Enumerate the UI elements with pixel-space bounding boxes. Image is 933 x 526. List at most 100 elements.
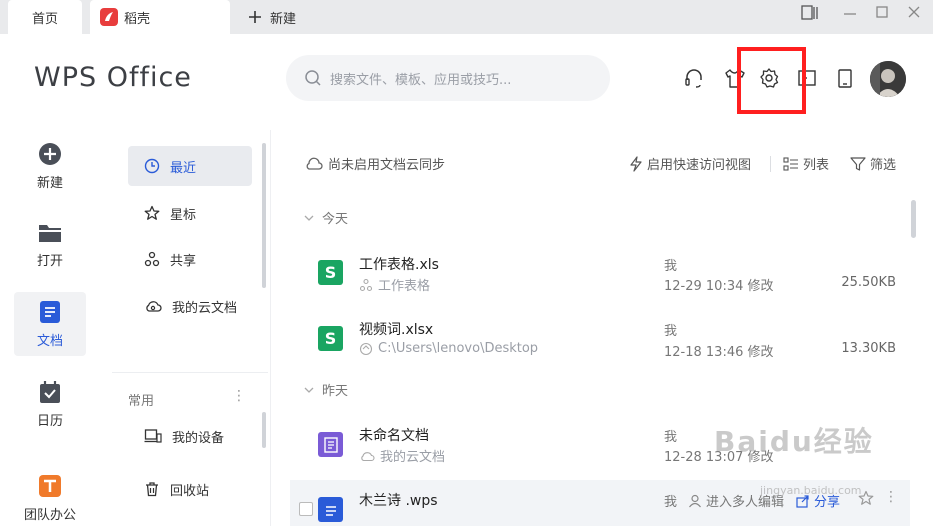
sidebar-item-recycle-bin[interactable]: 回收站 [128, 469, 252, 509]
file-owner: 我 [664, 259, 678, 274]
plus-icon [248, 10, 262, 24]
clock-icon [144, 158, 160, 174]
toolbar-divider [770, 156, 771, 172]
sidebar-recycle-bin-label: 回收站 [170, 483, 210, 499]
main-scrollbar[interactable] [911, 200, 916, 238]
add-circle-icon [38, 142, 62, 166]
sidebar-scrollbar-2[interactable] [262, 412, 266, 448]
search-placeholder: 搜索文件、模板、应用或技巧... [330, 72, 512, 88]
search-icon [304, 69, 322, 87]
user-icon [688, 494, 702, 508]
more-vertical-icon[interactable]: ⋮ [884, 489, 898, 505]
rail-new-label: 新建 [36, 176, 63, 191]
device-icon [144, 428, 162, 444]
file-location: C:\Users\lenovo\Desktop [359, 341, 538, 356]
wps-office-logo: WPS Office [34, 62, 192, 93]
sidebar-common-label: 常用 [128, 394, 155, 409]
row-checkbox[interactable] [299, 502, 313, 516]
tab-daoke[interactable]: 稻壳 [90, 0, 230, 34]
rail-docs[interactable]: 文档 [14, 292, 86, 356]
watermark: Baidu经验 [714, 425, 874, 458]
sidebar-item-cloud-docs[interactable]: 我的云文档 [128, 286, 252, 326]
file-location: 我的云文档 [359, 446, 445, 465]
window-layout-icon[interactable] [800, 4, 820, 22]
list-view-label: 列表 [803, 158, 830, 173]
close-icon[interactable] [906, 4, 922, 22]
location-icon [359, 342, 373, 356]
share-nodes-icon [359, 278, 373, 292]
trash-icon [144, 481, 160, 497]
filter-icon [850, 156, 866, 172]
sidebar-section-divider [112, 372, 268, 373]
file-location-text: C:\Users\lenovo\Desktop [378, 341, 539, 356]
quick-access-label: 启用快速访问视图 [647, 158, 752, 173]
chevron-down-icon [304, 213, 314, 223]
spreadsheet-icon: S [318, 326, 343, 351]
file-modified-time: 12-29 10:34 修改 [664, 279, 774, 294]
new-tab-button[interactable]: 新建 [248, 0, 296, 34]
chevron-down-icon [304, 385, 314, 395]
quick-access-button[interactable]: 启用快速访问视图 [629, 154, 751, 173]
file-name[interactable]: 工作表格.xls [359, 254, 439, 274]
file-name[interactable]: 未命名文档 [359, 425, 429, 445]
rail-team[interactable]: 团队办公 [14, 474, 86, 523]
new-tab-label: 新建 [270, 11, 297, 27]
document-icon [39, 300, 61, 324]
rail-calendar-label: 日历 [36, 414, 63, 429]
cloud-icon [144, 298, 162, 314]
cloud-sync-label: 尚未启用文档云同步 [328, 158, 446, 173]
spreadsheet-icon: S [318, 260, 343, 285]
group-yesterday-label: 昨天 [322, 384, 349, 399]
cloud-sync-icon [304, 156, 324, 172]
rail-docs-label: 文档 [36, 333, 63, 349]
sidebar-item-starred[interactable]: 星标 [128, 193, 252, 233]
sidebar-item-my-devices[interactable]: 我的设备 [128, 416, 252, 456]
rail-team-label: 团队办公 [23, 508, 76, 523]
file-location-text: 我的云文档 [380, 450, 446, 465]
sidebar-divider [270, 130, 271, 526]
tablet-icon[interactable] [834, 66, 856, 90]
filter-button[interactable]: 筛选 [850, 154, 896, 173]
team-office-icon [38, 474, 62, 498]
rail-new[interactable]: 新建 [14, 142, 86, 191]
cloud-sync-button[interactable]: 尚未启用文档云同步 [304, 154, 445, 173]
more-vertical-icon[interactable]: ⋮ [232, 388, 246, 404]
maximize-icon[interactable] [874, 4, 890, 22]
share-nodes-icon [144, 251, 160, 267]
tab-bar: 首页 稻壳 新建 [0, 0, 933, 34]
sidebar-cloud-docs-label: 我的云文档 [172, 300, 238, 316]
group-today-label: 今天 [322, 212, 349, 227]
tab-home-label: 首页 [31, 11, 58, 27]
list-icon [783, 156, 799, 172]
rail-calendar[interactable]: 日历 [14, 380, 86, 429]
file-location: 工作表格 [359, 275, 430, 294]
sidebar-my-devices-label: 我的设备 [172, 430, 225, 446]
group-today[interactable]: 今天 [304, 208, 348, 227]
folder-icon [38, 222, 62, 244]
sidebar-starred-label: 星标 [170, 207, 197, 223]
sidebar-shared-label: 共享 [170, 253, 197, 269]
file-location-text: 工作表格 [378, 279, 431, 294]
rail-open[interactable]: 打开 [14, 222, 86, 269]
sidebar-item-recent[interactable]: 最近 [128, 146, 252, 186]
calendar-check-icon [38, 380, 62, 404]
avatar[interactable] [870, 61, 906, 97]
tab-home[interactable]: 首页 [8, 0, 82, 34]
file-owner: 我 [664, 430, 678, 445]
star-icon [144, 205, 160, 221]
list-view-button[interactable]: 列表 [783, 154, 829, 173]
file-owner: 我 [664, 324, 678, 339]
sidebar-item-shared[interactable]: 共享 [128, 239, 252, 279]
file-size: 13.30KB [841, 341, 896, 356]
group-yesterday[interactable]: 昨天 [304, 380, 348, 399]
file-owner: 我 [664, 495, 678, 510]
file-name[interactable]: 视频词.xlsx [359, 319, 433, 339]
wps-document-icon [318, 497, 343, 522]
file-name[interactable]: 木兰诗 .wps [359, 490, 438, 510]
search-input[interactable]: 搜索文件、模板、应用或技巧... [286, 55, 610, 101]
headset-icon[interactable] [683, 66, 705, 90]
watermark-url: jingyan.baidu.com [760, 484, 862, 497]
sidebar-scrollbar[interactable] [262, 143, 266, 288]
lightning-icon [629, 155, 643, 172]
minimize-icon[interactable] [842, 4, 858, 22]
